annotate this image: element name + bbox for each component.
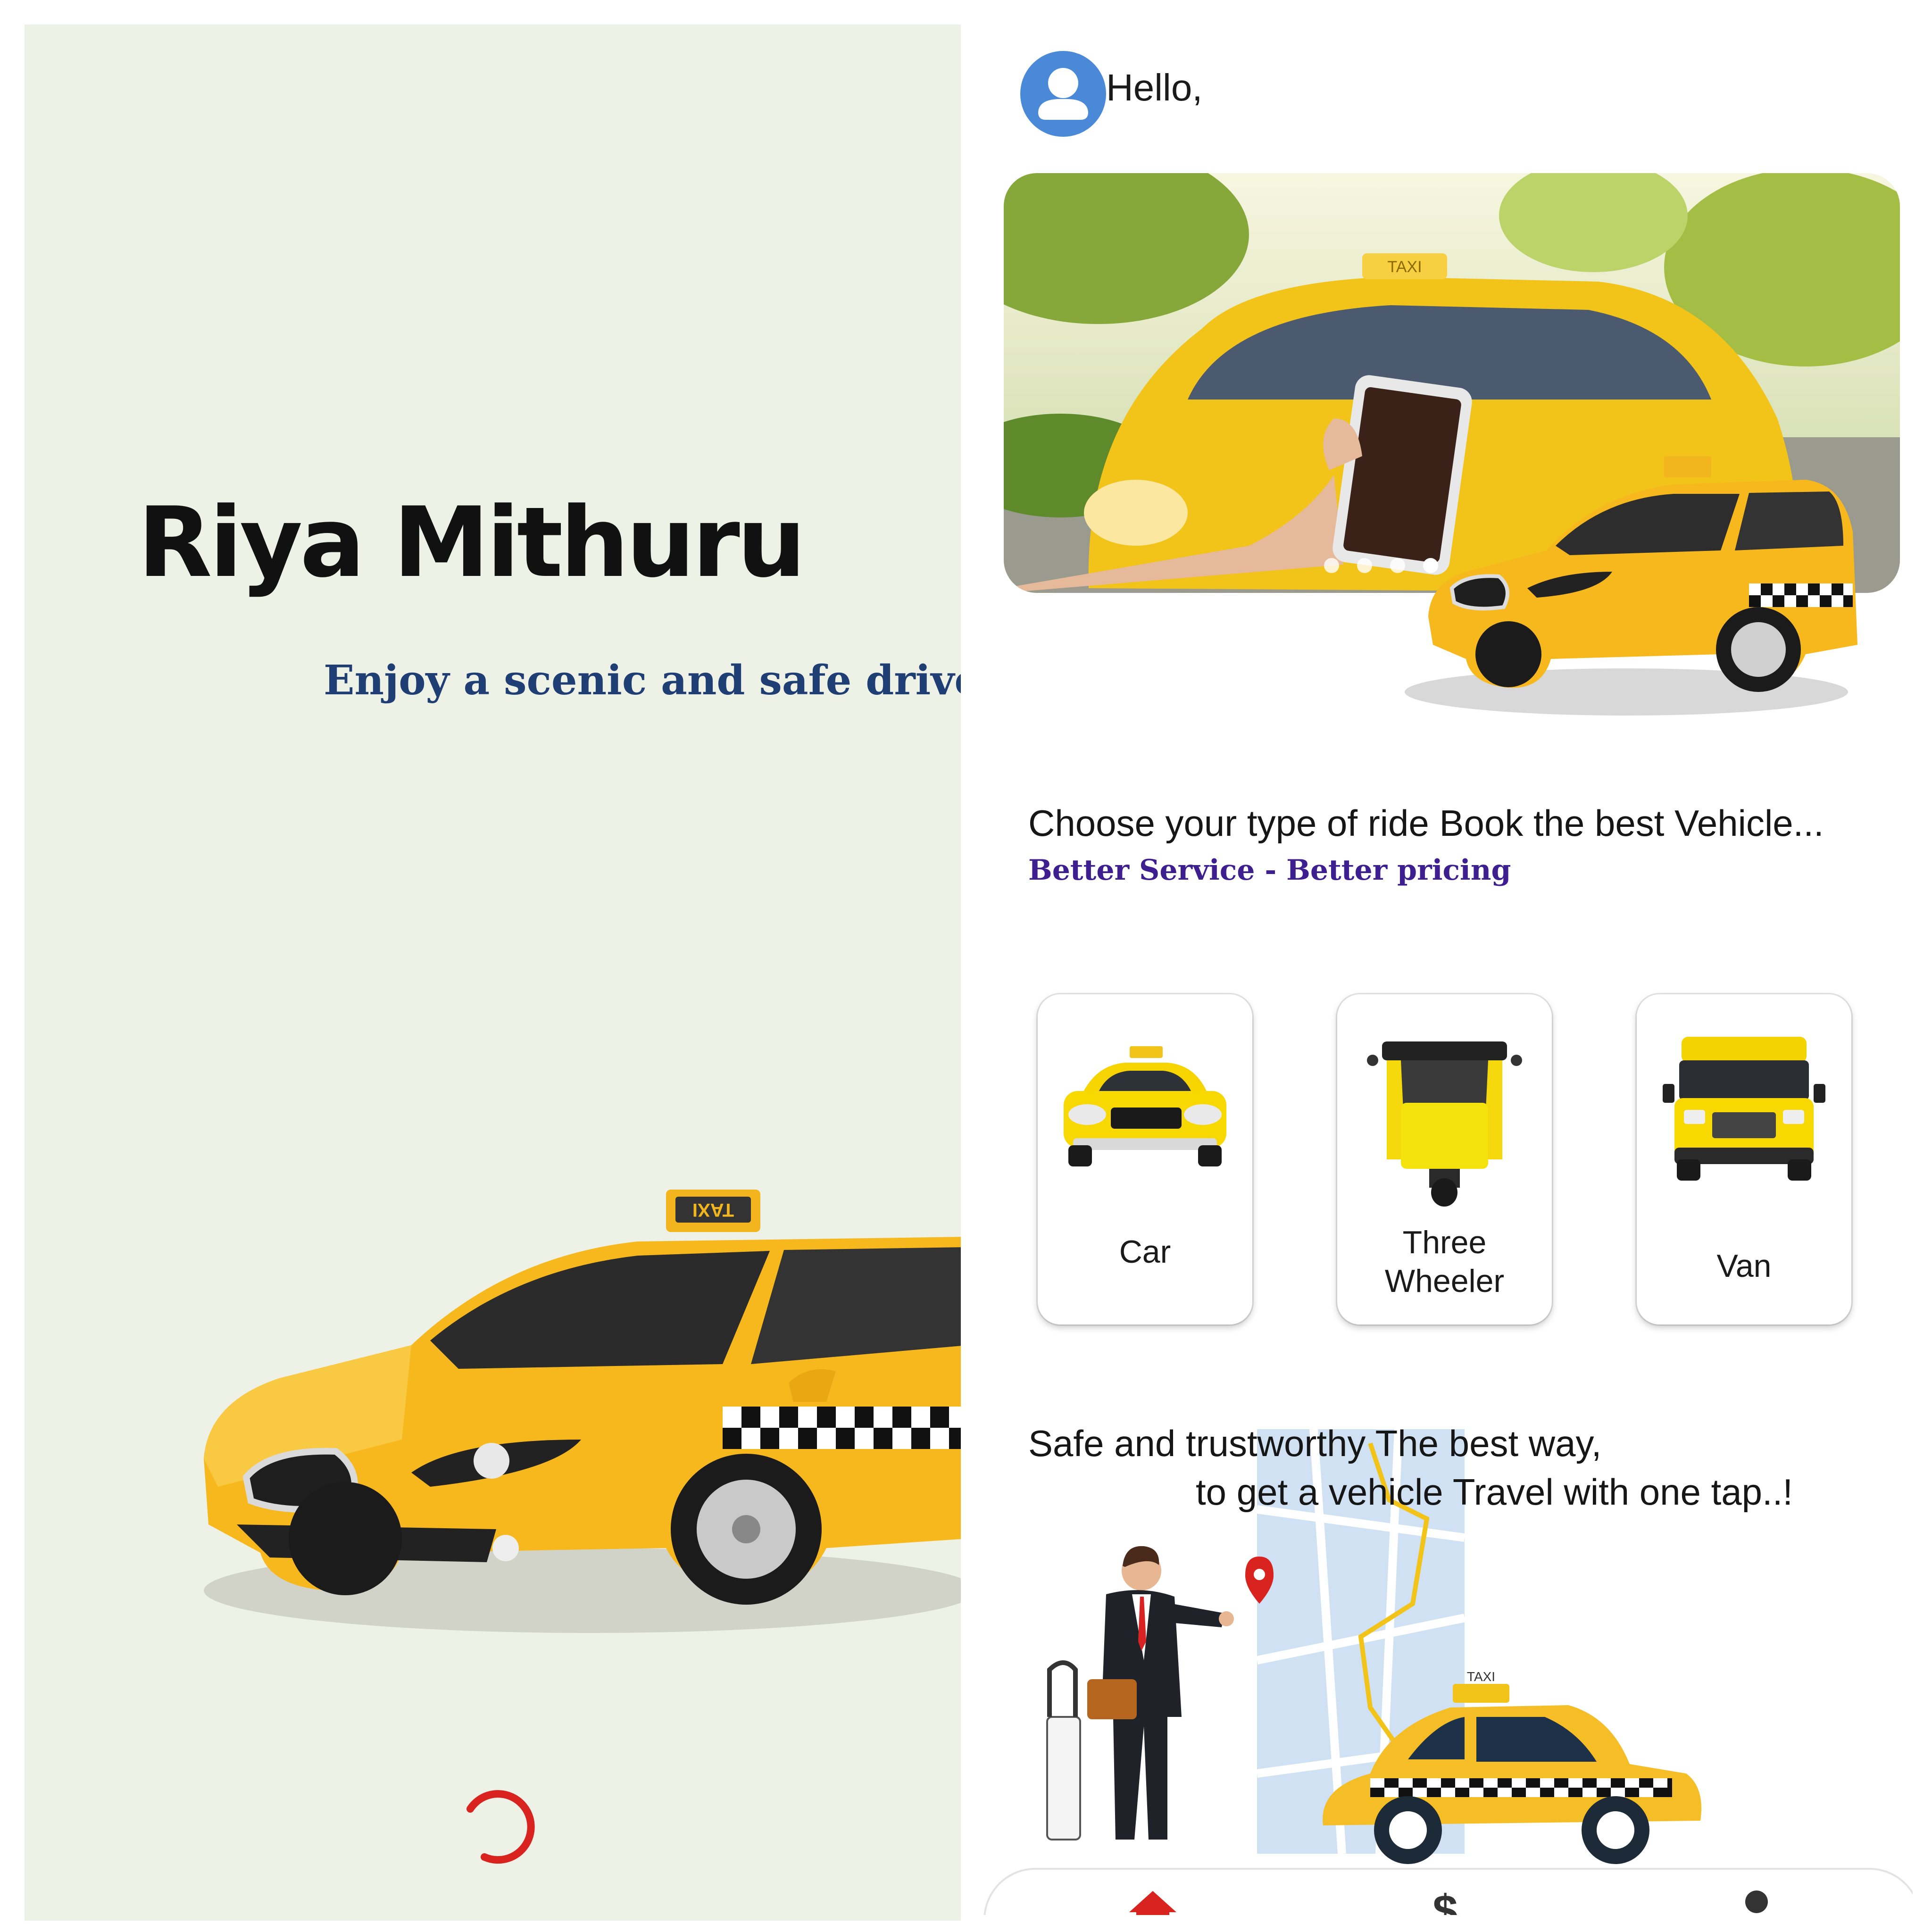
home-screen: Hello, TAXI Choose your type of ride Boo… [969,19,1913,1915]
svg-text:$: $ [1432,1889,1457,1915]
user-avatar-icon[interactable] [1020,51,1106,137]
ride-option-van[interactable]: Van [1637,994,1851,1324]
splash-screen: Riya Mithuru Enjoy a scenic and safe dri… [25,25,961,1921]
ride-option-car[interactable]: Car [1038,994,1252,1324]
section2-text-line2: to get a vehicle Travel with one tap..! [1196,1471,1793,1513]
ride-option-van-label: Van [1716,1248,1772,1284]
nav-payments[interactable]: $ [1429,1886,1462,1915]
app-tagline: Enjoy a scenic and safe drive [324,657,961,704]
loading-spinner [466,1790,535,1864]
three-wheeler-icon [1367,1041,1522,1207]
van-icon [1663,1037,1825,1181]
car-icon [1064,1046,1226,1166]
person-icon [1745,1890,1768,1913]
slide-dot-3[interactable] [1390,558,1405,573]
nav-home[interactable] [1127,1889,1179,1915]
app-name: Riya Mithuru [138,487,806,599]
slide-dot-4-active[interactable] [1423,558,1438,573]
taxi-sign-text: TAXI [692,1199,734,1220]
ride-option-three-wheeler-label: Three Wheeler [1384,1224,1505,1299]
dollar-icon: $ [1432,1886,1457,1915]
ride-option-three-wheeler[interactable]: Three Wheeler [1337,994,1552,1324]
greeting-text: Hello, [1106,67,1203,108]
home-icon [1129,1891,1176,1915]
section-subtitle: Better Service - Better pricing [1028,854,1511,887]
slide-dot-2[interactable] [1357,558,1372,573]
banner-taxi-sign: TAXI [1387,258,1422,276]
section-title-ride-type: Choose your type of ride Book the best V… [1028,802,1824,844]
promo-banner[interactable]: TAXI [1004,173,1900,725]
ride-option-car-label: Car [1119,1234,1171,1270]
slide-dot-1[interactable] [1324,558,1339,573]
nav-profile[interactable] [1735,1889,1778,1915]
passenger-figure [1046,1546,1234,1840]
taxi-car-image: TAXI [204,1190,961,1633]
bottom-navigation: $ [983,1868,1913,1915]
section2-text-line1: Safe and trustworthy The best way, [1028,1423,1602,1464]
illustration-taxi-sign: TAXI [1467,1669,1495,1684]
checker-stripe [723,1407,961,1449]
